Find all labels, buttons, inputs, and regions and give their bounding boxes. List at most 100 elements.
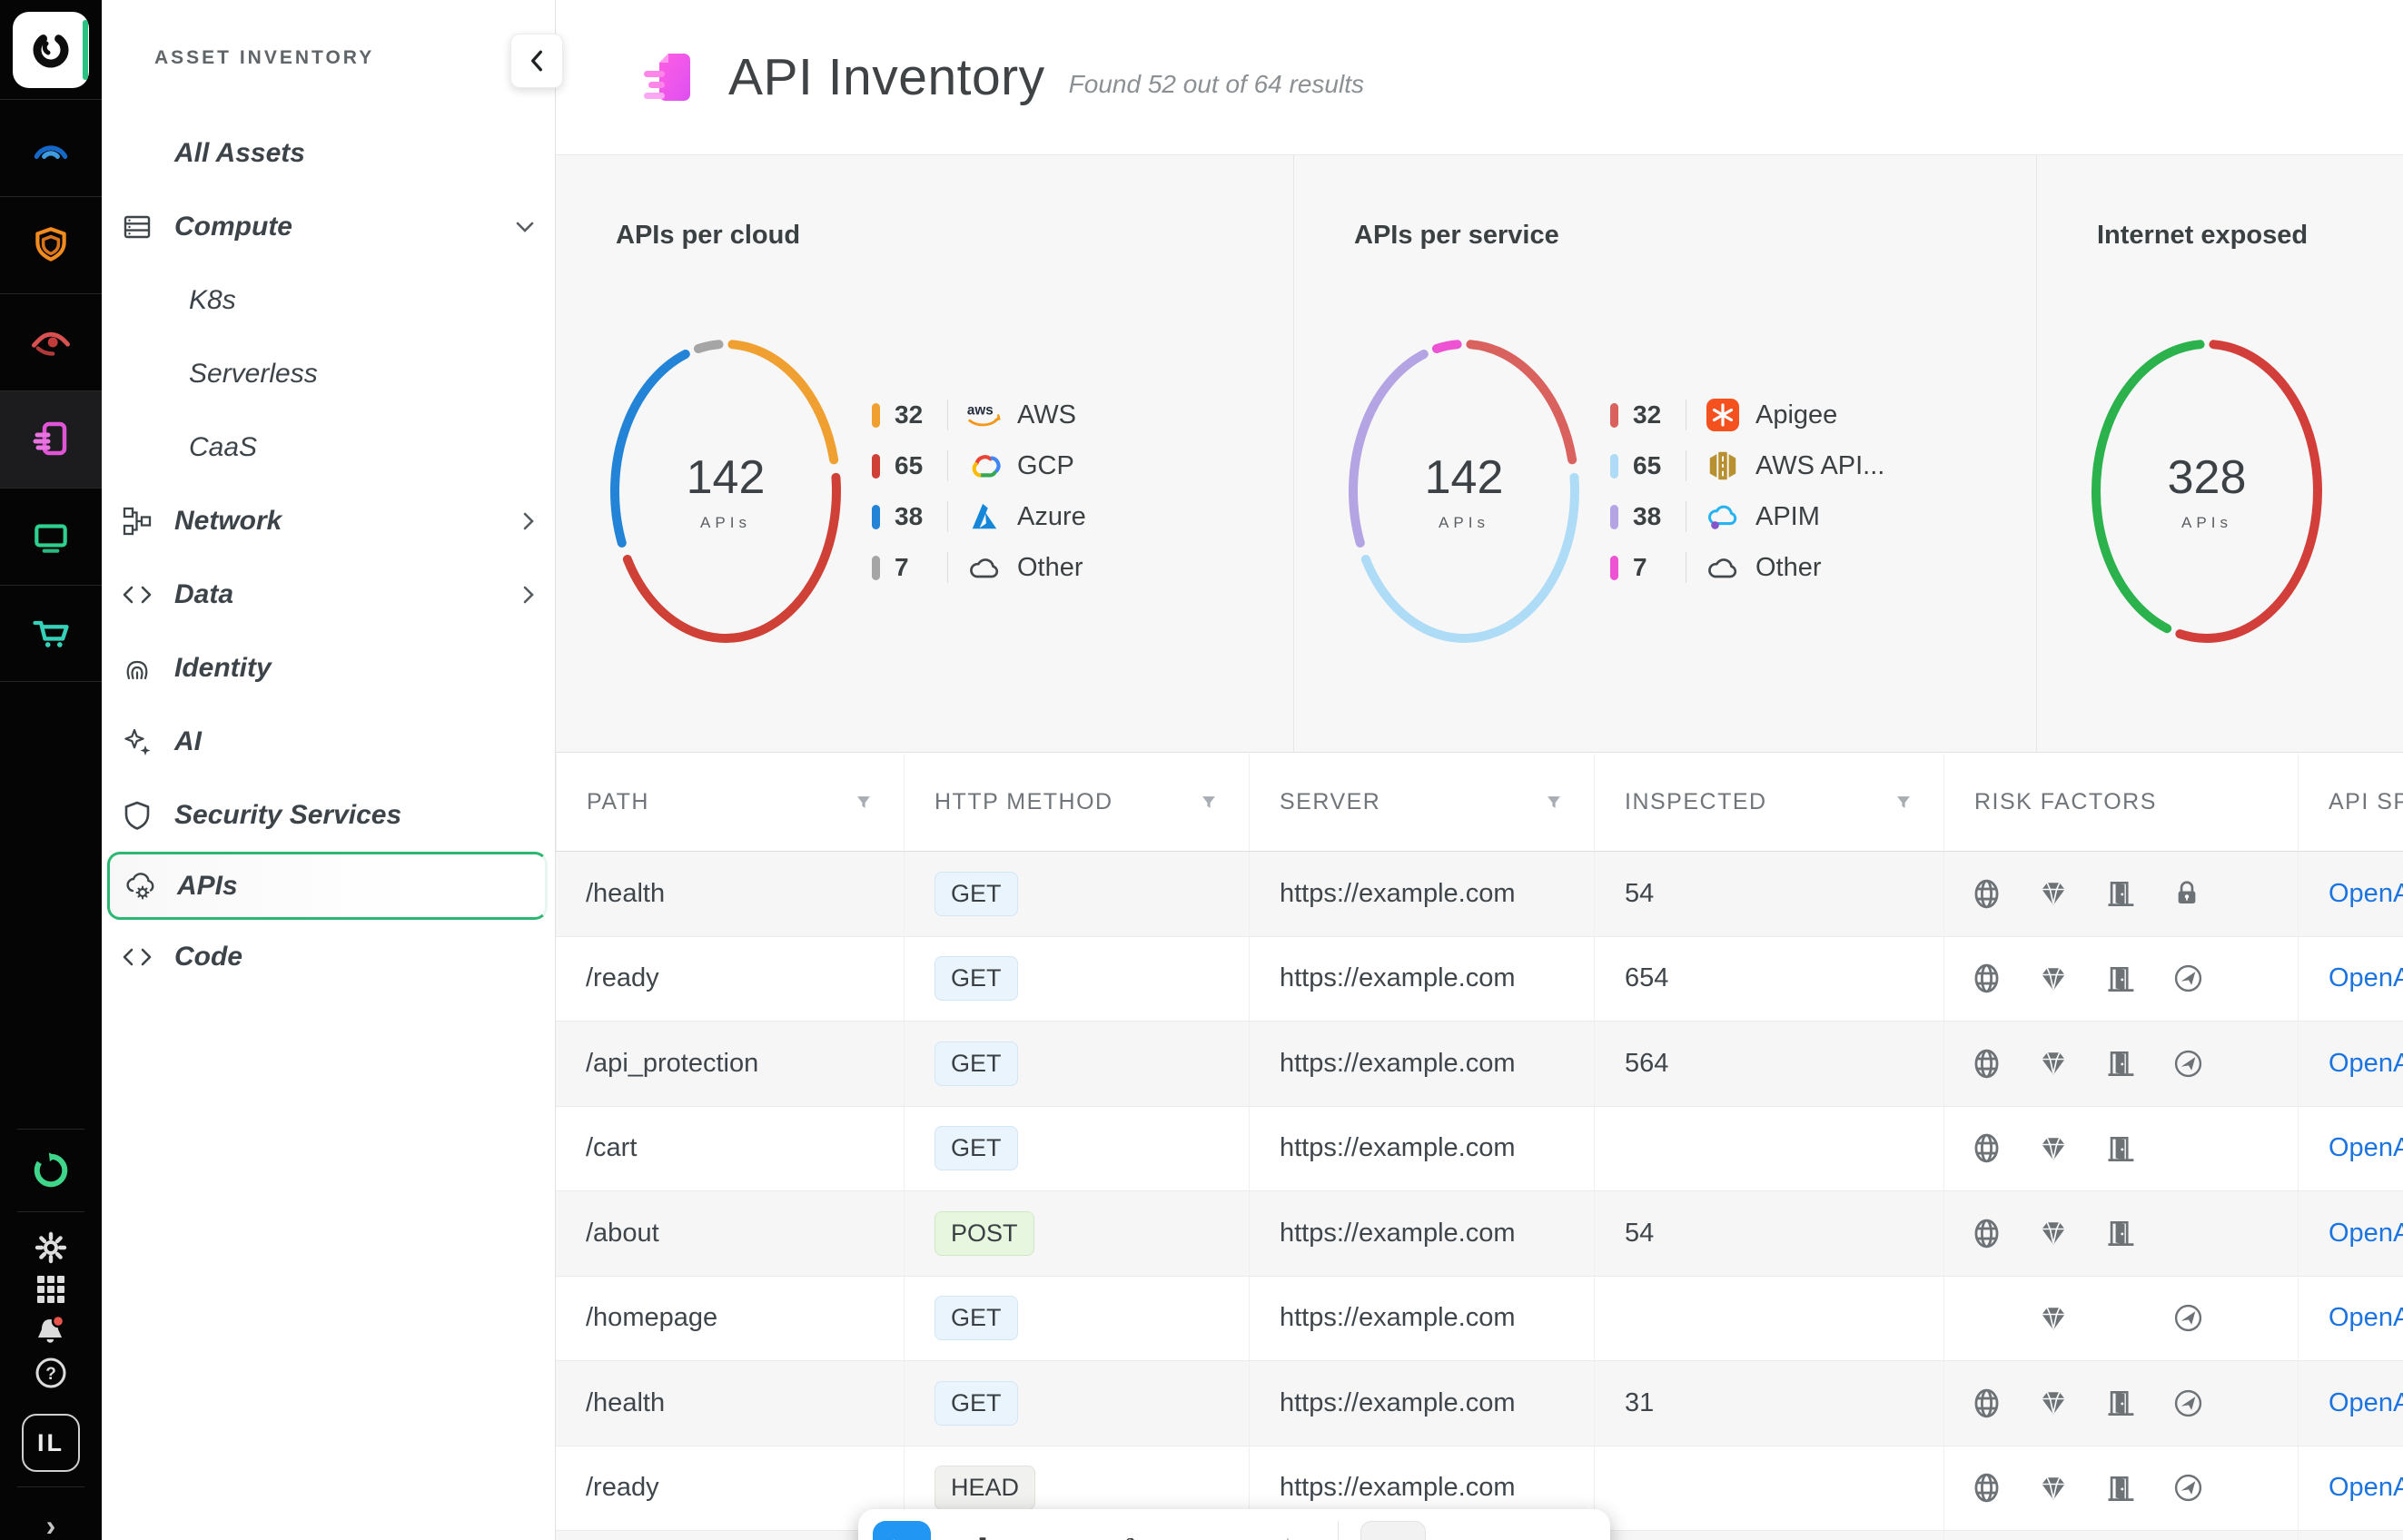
api-spec-link[interactable]: OpenAPI <box>2329 1303 2403 1333</box>
help-button[interactable]: ? <box>30 1352 72 1394</box>
server-icon <box>116 206 158 248</box>
legend-icon: aws <box>1703 548 1743 587</box>
api-spec-link[interactable]: OpenAPI <box>2329 963 2403 993</box>
internet-exposed-panel: Internet exposed 328 APIs <box>2036 155 2403 752</box>
internet-exposed-donut: 328 APIs <box>2084 337 2329 646</box>
tool-icon[interactable]: ◻ <box>1187 1521 1236 1540</box>
legend-value: 65 <box>1633 451 1682 480</box>
sidebar-item-code[interactable]: Code <box>102 920 555 993</box>
sidebar-item-security-services[interactable]: Security Services <box>102 778 555 852</box>
extra-risk-icon <box>2171 1471 2239 1505</box>
api-spec-link[interactable]: OpenAPI <box>2329 879 2403 909</box>
filter-icon[interactable] <box>856 795 871 810</box>
rail-item-eye[interactable] <box>0 293 102 390</box>
left-rail: ? IL › <box>0 0 102 1540</box>
column-header: SERVER <box>1249 754 1594 851</box>
apps-grid-icon <box>35 1274 66 1305</box>
http-method-badge: GET <box>934 1041 1018 1086</box>
rail-item-shield[interactable] <box>0 196 102 293</box>
legend-divider <box>947 450 948 481</box>
filter-icon[interactable] <box>1547 795 1561 810</box>
tool-icon[interactable]: ✦ <box>1263 1521 1312 1540</box>
toolbar-secondary-button[interactable] <box>1360 1521 1426 1540</box>
rail-divider <box>17 1486 84 1487</box>
api-spec-link[interactable]: OpenAPI <box>2329 1049 2403 1079</box>
legend-value: 7 <box>1633 553 1682 582</box>
page-title: API Inventory <box>728 47 1045 107</box>
api-spec-link[interactable]: OpenAPI <box>2329 1473 2403 1503</box>
sidebar-item-identity[interactable]: Identity <box>102 631 555 705</box>
rail-item-api-inventory[interactable] <box>0 390 102 488</box>
orca-logo-icon <box>30 29 72 71</box>
path-cell: /ready <box>556 1446 904 1531</box>
api-spec-link[interactable]: OpenAPI <box>2329 1388 2403 1418</box>
rail-item-cart[interactable] <box>0 585 102 682</box>
table-row[interactable]: /about POST https://example.com 54 <box>556 1191 2403 1277</box>
risk-factors-cell <box>1943 1277 2298 1361</box>
rail-item-sync[interactable] <box>0 1130 102 1211</box>
inspected-cell <box>1594 1107 1943 1191</box>
table-row[interactable]: /health GET https://example.com 31 <box>556 1361 2403 1446</box>
donut-center-value: 142 <box>687 450 766 505</box>
column-header: API SPEC <box>2298 754 2403 851</box>
user-avatar[interactable]: IL <box>22 1414 80 1472</box>
legend-row: 7 aws <box>872 551 1086 585</box>
filter-icon[interactable] <box>1896 795 1911 810</box>
inspected-cell: 99 <box>1594 1531 1943 1540</box>
sidebar-collapse-button[interactable] <box>510 34 563 88</box>
rail-item-monitor[interactable] <box>0 488 102 585</box>
sidebar-item-data[interactable]: Data <box>102 558 555 631</box>
legend-icon: aws <box>1703 447 1743 485</box>
app-root: ? IL › ASSET INVENTORY All Assets <box>0 0 2403 1540</box>
legend-label: GCP <box>1017 451 1074 481</box>
expand-rail-button[interactable]: › <box>46 1511 56 1540</box>
cursor-tool-button[interactable] <box>873 1521 931 1540</box>
table-row[interactable]: /ready GET https://example.com 654 <box>556 937 2403 1022</box>
table-row[interactable]: /health GET https://example.com 54 <box>556 852 2403 937</box>
chevron-right-icon <box>522 585 535 605</box>
sidebar-item-caas[interactable]: CaaS <box>102 410 555 484</box>
api-spec-cell: OpenAPI <box>2298 1531 2403 1540</box>
settings-button[interactable] <box>30 1227 72 1269</box>
apps-button[interactable] <box>30 1269 72 1310</box>
method-cell: POST <box>904 1191 1249 1276</box>
column-header: PATH <box>556 754 904 851</box>
fingerprint-icon <box>116 647 158 689</box>
table-row[interactable]: /api_protection GET https://example.com … <box>556 1022 2403 1107</box>
http-method-badge: POST <box>934 1211 1034 1256</box>
method-cell: GET <box>904 1277 1249 1361</box>
sidebar-item-network[interactable]: Network <box>102 484 555 558</box>
http-method-badge: HEAD <box>934 1466 1035 1510</box>
notifications-button[interactable] <box>30 1310 72 1352</box>
sidebar-item-serverless[interactable]: Serverless <box>102 337 555 410</box>
sidebar-item-k8s[interactable]: K8s <box>102 263 555 337</box>
legend-icon: aws <box>1703 498 1743 536</box>
shield-icon <box>116 795 158 836</box>
rail-item-radar[interactable] <box>0 99 102 196</box>
legend-row: 38 aws <box>872 500 1086 534</box>
donut-center-label: APIs <box>1439 514 1489 532</box>
table-row[interactable]: /cart GET https://example.com <box>556 1107 2403 1192</box>
inspected-cell: 654 <box>1594 937 1943 1022</box>
sidebar-item-all-assets[interactable]: All Assets <box>102 116 555 190</box>
legend-value: 7 <box>895 553 944 582</box>
legend-color-chip <box>1610 403 1618 428</box>
path-cell: /cart <box>556 1107 904 1191</box>
tool-icon[interactable]: ✎ <box>1111 1521 1160 1540</box>
filter-icon[interactable] <box>1202 795 1216 810</box>
api-spec-link[interactable]: OpenAPI <box>2329 1133 2403 1163</box>
sidebar-item-apis[interactable]: APIs <box>107 852 548 920</box>
orca-logo[interactable] <box>13 12 89 88</box>
api-table: PATH HTTP METHOD SERVER <box>556 754 2403 1540</box>
charts-section: APIs per cloud 142 APIs <box>556 154 2403 753</box>
api-spec-link[interactable]: OpenAPI <box>2329 1219 2403 1249</box>
api-spec-cell: OpenAPI <box>2298 852 2403 936</box>
panel-title: APIs per service <box>1354 221 1559 251</box>
table-row[interactable]: /homepage GET https://example.com <box>556 1277 2403 1362</box>
sidebar-item-ai[interactable]: AI <box>102 705 555 778</box>
path-cell: /homepage <box>556 1277 904 1361</box>
sidebar-menu: All Assets Compute K8s Serverless <box>102 116 555 993</box>
tool-icon[interactable]: ▭ <box>1034 1521 1083 1540</box>
sidebar-item-compute[interactable]: Compute <box>102 190 555 263</box>
tool-icon[interactable]: ✚ <box>958 1521 1007 1540</box>
